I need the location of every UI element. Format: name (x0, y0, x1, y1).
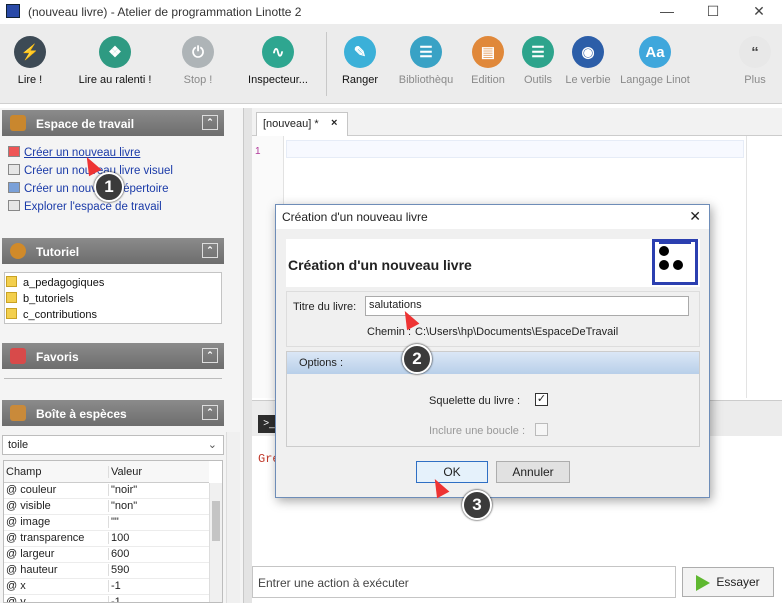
collapse-icon[interactable]: ⌃ (202, 243, 218, 258)
table-row[interactable]: @ transparence 100 (4, 531, 209, 547)
close-window-button[interactable]: ✕ (736, 0, 782, 24)
document-icon: ▤ (472, 36, 504, 68)
collapse-icon[interactable]: ⌃ (202, 405, 218, 420)
maximize-button[interactable]: ☐ (690, 0, 736, 24)
create-book-link[interactable]: Créer un nouveau livre (8, 146, 140, 159)
books-icon: ☰ (410, 36, 442, 68)
workspace-header[interactable]: Espace de travail ⌃ (2, 110, 224, 136)
dialog-title-bar: Création d'un nouveau livre ✕ (276, 205, 709, 229)
briefcase-icon (10, 115, 26, 131)
more-button[interactable]: “Plus (732, 36, 778, 86)
try-button[interactable]: Essayer (682, 567, 774, 597)
language-button[interactable]: Aa Langage Linot (616, 36, 694, 86)
close-tab-icon[interactable]: × (331, 117, 337, 129)
action-input[interactable]: Entrer une action à exécuter (252, 566, 676, 598)
close-icon[interactable]: ✕ (689, 208, 701, 225)
step-marker-2: 2 (402, 344, 432, 374)
left-scrollbar[interactable] (226, 432, 240, 603)
table-row[interactable]: @ image "" (4, 515, 209, 531)
book-icon (10, 405, 26, 421)
folder-icon (6, 276, 17, 287)
scroll-thumb[interactable] (212, 501, 220, 541)
favorites-list (4, 378, 222, 382)
chevron-down-icon: ⌄ (207, 439, 217, 451)
tree-folder[interactable]: c_contributions (6, 308, 222, 324)
window-title: (nouveau livre) - Atelier de programmati… (28, 5, 302, 19)
arrange-button[interactable]: ✎ Ranger (334, 36, 386, 86)
edition-button[interactable]: ▤ Edition (464, 36, 512, 86)
power-icon: ⏻ (182, 36, 214, 68)
tab-new-book[interactable]: [nouveau] * × (256, 112, 348, 136)
lightning-icon: ⚡ (14, 36, 46, 68)
properties-table: Champ Valeur @ couleur "noir" @ visible "n… (3, 460, 223, 603)
step-marker-3: 3 (462, 490, 492, 520)
gear-icon (10, 243, 26, 259)
explore-workspace-link[interactable]: Explorer l'espace de travail (8, 200, 162, 213)
font-icon: Aa (639, 36, 671, 68)
title-group: Titre du livre: salutations Chemin : C:\… (286, 291, 700, 347)
stop-button[interactable]: ⏻ Stop ! (172, 36, 224, 86)
loop-checkbox[interactable] (535, 423, 548, 436)
table-row[interactable]: @ hauteur 590 (4, 563, 209, 579)
toolbar: ⚡ Lire ! ❖ Lire au ralenti ! ⏻ Stop ! ∿ Insp… (0, 24, 782, 104)
species-header[interactable]: Boîte à espèces ⌃ (2, 400, 224, 426)
create-folder-link[interactable]: Créer un nouveau répertoire (8, 182, 168, 195)
sliders-icon: ☰ (522, 36, 554, 68)
folder-icon (6, 308, 17, 319)
inspector-button[interactable]: ∿ Inspecteur... (240, 36, 316, 86)
table-header: Champ Valeur (4, 461, 209, 483)
visual-book-icon (8, 164, 20, 175)
new-book-dialog: Création d'un nouveau livre ✕ Création d… (275, 204, 710, 498)
run-slow-button[interactable]: ❖ Lire au ralenti ! (70, 36, 160, 86)
species-select[interactable]: toile ⌄ (2, 435, 224, 455)
library-button[interactable]: ☰ Bibliothèqu (396, 36, 456, 86)
toolbar-divider (326, 32, 327, 96)
splitter[interactable] (244, 108, 252, 603)
dialog-banner: Création d'un nouveau livre (286, 239, 700, 287)
editor-scrollbar[interactable] (746, 136, 774, 398)
title-bar: (nouveau livre) - Atelier de programmati… (0, 0, 782, 24)
app-icon (6, 4, 20, 18)
pencil-icon: ✎ (344, 36, 376, 68)
tree-folder[interactable]: a_pedagogiques (6, 276, 222, 292)
options-group: Options : Squelette du livre : ✓ Inclure… (286, 351, 700, 447)
tutorial-header[interactable]: Tutoriel ⌃ (2, 238, 224, 264)
step-marker-1: 1 (94, 172, 124, 202)
linotte-logo-icon (652, 239, 698, 285)
table-scrollbar[interactable] (209, 483, 222, 602)
arrow-right-icon (696, 574, 711, 591)
collapse-icon[interactable]: ⌃ (202, 348, 218, 363)
cancel-button[interactable]: Annuler (496, 461, 570, 483)
current-line (286, 140, 744, 158)
tree-folder[interactable]: b_tutoriels (6, 292, 222, 308)
table-row[interactable]: @ couleur "noir" (4, 483, 209, 499)
target-icon: ◉ (572, 36, 604, 68)
table-row[interactable]: @ largeur 600 (4, 547, 209, 563)
footsteps-icon: ❖ (99, 36, 131, 68)
options-header: Options : (287, 352, 699, 374)
collapse-icon[interactable]: ⌃ (202, 115, 218, 130)
table-row[interactable]: @ visible "non" (4, 499, 209, 515)
run-button[interactable]: ⚡ Lire ! (6, 36, 54, 86)
skeleton-checkbox[interactable]: ✓ (535, 393, 548, 406)
tools-button[interactable]: ☰ Outils (516, 36, 560, 86)
book-icon (8, 146, 20, 157)
favorites-header[interactable]: Favoris ⌃ (2, 343, 224, 369)
verb-button[interactable]: ◉ Le verbie (564, 36, 612, 86)
table-row[interactable]: @ x -1 (4, 579, 209, 595)
pulse-icon: ∿ (262, 36, 294, 68)
pin-icon (10, 348, 26, 364)
quote-icon: “ (739, 36, 771, 68)
folder-icon (6, 292, 17, 303)
minimize-button[interactable]: — (644, 0, 690, 24)
folder-icon (8, 182, 20, 193)
ok-button[interactable]: OK (416, 461, 488, 483)
explore-icon (8, 200, 20, 211)
table-row[interactable]: @ y -1 (4, 595, 209, 602)
